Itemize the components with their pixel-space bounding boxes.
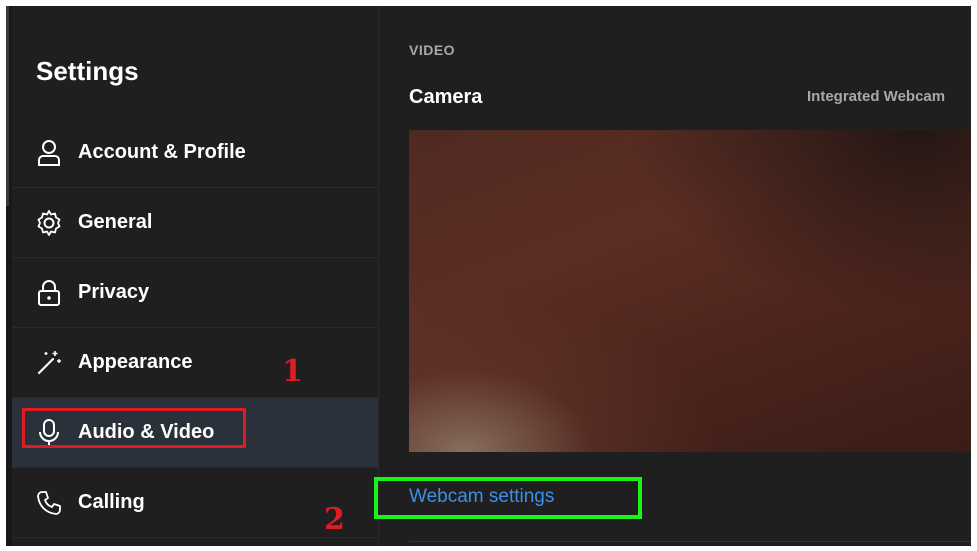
sidebar-item-privacy[interactable]: Privacy	[12, 258, 378, 328]
lock-icon	[34, 278, 64, 308]
sidebar-item-account-profile[interactable]: Account & Profile	[12, 118, 378, 188]
settings-sidebar: Settings Account & Profile General Priva…	[12, 6, 379, 546]
camera-label: Camera	[409, 86, 483, 108]
gear-icon	[34, 208, 64, 238]
sidebar-item-general[interactable]: General	[12, 188, 378, 258]
red-highlight-box	[22, 408, 246, 448]
section-label-video: VIDEO	[409, 42, 456, 58]
step-marker-2: 2	[324, 502, 345, 537]
magic-wand-icon	[34, 348, 64, 378]
scrollbar[interactable]	[6, 6, 9, 206]
camera-select[interactable]: Integrated Webcam	[807, 88, 945, 105]
skype-settings-window: Settings Account & Profile General Priva…	[6, 6, 971, 546]
sidebar-item-label: Calling	[78, 491, 145, 513]
audio-video-panel: VIDEO Camera Integrated Webcam Webcam se…	[374, 6, 971, 546]
step-marker-1: 1	[282, 354, 303, 389]
sidebar-item-label: Privacy	[78, 281, 150, 303]
settings-title: Settings	[36, 56, 139, 86]
divider	[409, 541, 971, 542]
phone-icon	[34, 488, 64, 518]
sidebar-item-label: General	[78, 211, 153, 233]
webcam-settings-link[interactable]: Webcam settings	[409, 486, 554, 508]
sidebar-item-label: Appearance	[78, 351, 193, 373]
webcam-preview	[409, 130, 971, 452]
sidebar-item-appearance[interactable]: Appearance	[12, 328, 378, 398]
sidebar-item-label: Account & Profile	[78, 141, 246, 163]
person-icon	[34, 138, 64, 168]
